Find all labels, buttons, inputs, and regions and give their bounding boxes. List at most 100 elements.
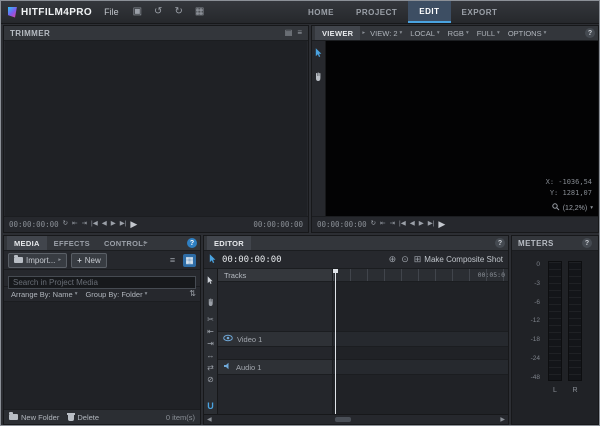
trimmer-panel: TRIMMER ▤ ≡ 00:00:00:00 ↻ ⇤ ⇥ |◀ ◀ ▶ ▶| …: [3, 25, 309, 233]
slice-tool-icon[interactable]: ✂: [207, 316, 214, 324]
scroll-left-icon[interactable]: ◀: [207, 416, 212, 423]
delete-button[interactable]: Delete: [67, 413, 99, 422]
target-icon[interactable]: ⊙: [401, 255, 409, 264]
track-header-column: Tracks Video 1 Audio 1: [218, 269, 333, 414]
tab-media[interactable]: MEDIA: [7, 236, 47, 250]
scrollbar-thumb[interactable]: [335, 417, 351, 422]
next-edit-icon[interactable]: ▶|: [120, 221, 127, 228]
video-track-header[interactable]: Video 1: [218, 331, 332, 347]
playhead[interactable]: [333, 269, 338, 414]
mark-out-icon[interactable]: ⇥: [82, 221, 87, 228]
loop-icon[interactable]: ↻: [371, 221, 376, 228]
tab-effects[interactable]: EFFECTS: [47, 236, 97, 250]
media-help-icon[interactable]: ?: [187, 238, 197, 248]
editor-timecode[interactable]: 00:00:00:00: [222, 255, 282, 265]
prev-edit-icon[interactable]: |◀: [399, 221, 406, 228]
play-icon[interactable]: ▶: [438, 220, 445, 229]
next-frame-icon[interactable]: ▶: [111, 221, 116, 228]
tab-overflow-icon[interactable]: ▸: [145, 240, 148, 246]
undo-icon[interactable]: ↺: [152, 7, 164, 17]
select-tool-icon[interactable]: [209, 253, 217, 266]
list-view-icon[interactable]: ≡: [166, 254, 179, 267]
media-tabbar: MEDIA EFFECTS CONTROLS ▸ ?: [4, 236, 200, 251]
hand-tool-icon[interactable]: [207, 294, 215, 312]
prev-frame-icon[interactable]: ◀: [102, 221, 107, 228]
editor-help-icon[interactable]: ?: [495, 238, 505, 248]
media-panel: MEDIA EFFECTS CONTROLS ▸ ? Import... ▸ +…: [3, 235, 201, 425]
tab-edit[interactable]: EDIT: [408, 1, 451, 23]
quality-dropdown[interactable]: FULL ▾: [474, 29, 503, 38]
redo-icon[interactable]: ↻: [172, 7, 184, 17]
select-tool-icon[interactable]: [315, 45, 323, 63]
audio-track-lane[interactable]: [333, 359, 508, 375]
sort-direction-icon[interactable]: ⇅: [189, 290, 196, 298]
scroll-right-icon[interactable]: ▶: [500, 416, 505, 423]
editor-toolbar: 00:00:00:00 ⊕ ⊙ ⊞ Make Composite Shot: [204, 251, 508, 269]
options-dropdown[interactable]: OPTIONS ▾: [505, 29, 550, 38]
thumbnail-view-icon[interactable]: ▦: [183, 253, 196, 267]
tab-project[interactable]: PROJECT: [345, 1, 408, 23]
new-button[interactable]: + New: [71, 252, 107, 268]
color-space-dropdown[interactable]: LOCAL ▾: [407, 29, 442, 38]
hand-tool-icon[interactable]: [314, 69, 323, 87]
tab-export[interactable]: EXPORT: [451, 1, 509, 23]
loop-icon[interactable]: ↻: [63, 221, 68, 228]
time-ruler[interactable]: 00:05:0: [333, 269, 508, 282]
prev-frame-icon[interactable]: ◀: [410, 221, 415, 228]
chevron-down-icon: ▾: [74, 291, 78, 297]
video-track-lane[interactable]: [333, 331, 508, 347]
make-composite-label: Make Composite Shot: [424, 255, 503, 264]
zoom-control[interactable]: (12,2%) ▾: [552, 203, 593, 213]
group-by-dropdown[interactable]: Group By: Folder ▾: [82, 290, 150, 299]
tab-editor[interactable]: EDITOR: [207, 236, 251, 250]
make-composite-button[interactable]: ⊞ Make Composite Shot: [413, 254, 503, 265]
composite-icon: ⊞: [413, 254, 422, 264]
file-menu[interactable]: File: [100, 7, 123, 17]
add-icon[interactable]: ⊕: [389, 255, 397, 264]
import-button[interactable]: Import... ▸: [8, 252, 68, 268]
panel-menu-icon[interactable]: ≡: [297, 29, 302, 37]
meters-header: METERS ?: [512, 236, 598, 251]
viewer-help-icon[interactable]: ?: [585, 28, 595, 38]
meters-help-icon[interactable]: ?: [582, 238, 592, 248]
next-frame-icon[interactable]: ▶: [419, 221, 424, 228]
editor-tabbar: EDITOR ?: [204, 236, 508, 251]
prev-edit-icon[interactable]: |◀: [91, 221, 98, 228]
timeline-lanes[interactable]: 00:05:0: [333, 269, 508, 414]
db-label: -3: [534, 279, 540, 287]
workspace-grid-icon[interactable]: ▦: [193, 7, 206, 17]
editor-horizontal-scrollbar[interactable]: ◀ ▶: [204, 414, 508, 424]
slide-tool-icon[interactable]: ⇄: [207, 364, 214, 372]
play-icon[interactable]: ▶: [130, 220, 137, 229]
speaker-icon[interactable]: [223, 362, 232, 372]
panel-options-icon[interactable]: ▤: [285, 29, 293, 37]
viewer-canvas[interactable]: X: -1036,54 Y: 1281,07 (12,2%) ▾: [326, 41, 598, 216]
ripple-edit-tool-icon[interactable]: ⇤: [207, 328, 214, 336]
mark-in-icon[interactable]: ⇤: [380, 221, 385, 228]
slip-tool-icon[interactable]: ↔: [207, 352, 215, 360]
trash-icon: [67, 413, 76, 421]
next-edit-icon[interactable]: ▶|: [428, 221, 435, 228]
chevron-right-icon[interactable]: ▸: [362, 30, 365, 36]
app-logo: HITFILM4PRO: [8, 6, 92, 18]
color-space-label: LOCAL: [410, 28, 435, 38]
viewer-header: VIEWER ▸ VIEW: 2 ▾ LOCAL ▾ RGB ▾ FULL ▾ …: [312, 26, 598, 41]
select-tool-icon[interactable]: [207, 272, 214, 290]
arrange-by-dropdown[interactable]: Arrange By: Name ▾: [8, 290, 80, 299]
save-icon[interactable]: ▣: [131, 7, 144, 17]
eye-icon[interactable]: [223, 334, 233, 344]
new-folder-button[interactable]: New Folder: [9, 412, 59, 422]
rate-stretch-tool-icon[interactable]: ⊘: [207, 376, 214, 384]
media-list[interactable]: [4, 302, 200, 409]
rolling-edit-tool-icon[interactable]: ⇥: [207, 340, 214, 348]
tab-viewer[interactable]: VIEWER: [315, 26, 361, 40]
channel-dropdown[interactable]: RGB ▾: [445, 29, 472, 38]
cursor-x: X: -1036,54: [545, 178, 592, 186]
snap-magnet-icon[interactable]: U: [207, 401, 214, 411]
audio-track-header[interactable]: Audio 1: [218, 359, 332, 375]
tab-controls[interactable]: CONTROLS: [97, 236, 145, 250]
tab-home[interactable]: HOME: [297, 1, 345, 23]
mark-out-icon[interactable]: ⇥: [390, 221, 395, 228]
view-scale-dropdown[interactable]: VIEW: 2 ▾: [367, 29, 405, 38]
mark-in-icon[interactable]: ⇤: [72, 221, 77, 228]
